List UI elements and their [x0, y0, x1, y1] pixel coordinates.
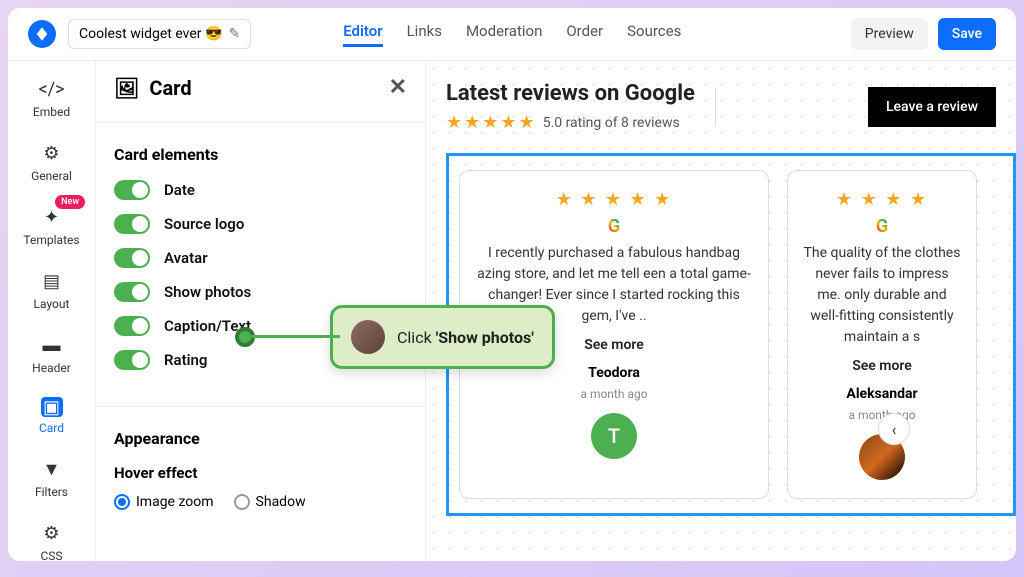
review-stars: ★ ★ ★ ★ ★	[556, 189, 673, 210]
toggle-date[interactable]	[114, 180, 150, 200]
app-logo	[28, 20, 56, 48]
see-more-link[interactable]: See more	[852, 358, 912, 374]
sidebar-item-general[interactable]: ⚙ General	[8, 137, 95, 187]
review-stars: ★ ★ ★ ★	[836, 189, 928, 210]
header-icon: ▬	[40, 333, 64, 357]
callout-bubble: Click 'Show photos'	[330, 305, 555, 369]
leave-review-button[interactable]: Leave a review	[868, 87, 996, 127]
sidebar-item-header[interactable]: ▬ Header	[8, 329, 95, 379]
new-badge: New	[55, 195, 85, 209]
toggle-rating[interactable]	[114, 350, 150, 370]
sidebar-item-layout[interactable]: ▤ Layout	[8, 265, 95, 315]
review-text: The quality of the clothes never fails t…	[802, 243, 962, 348]
gear-icon: ⚙	[40, 521, 64, 545]
edit-icon[interactable]: ✎	[228, 26, 240, 42]
gear-icon: ⚙	[40, 141, 64, 165]
layout-icon: ▤	[40, 269, 64, 293]
sidebar-item-embed[interactable]: </> Embed	[8, 73, 95, 123]
see-more-link[interactable]: See more	[584, 337, 644, 353]
rating-text: 5.0 rating of 8 reviews	[543, 115, 680, 131]
reviewer-avatar: T	[591, 413, 637, 459]
code-icon: </>	[40, 77, 64, 101]
appearance-title: Appearance	[114, 429, 407, 448]
toggle-show-photos[interactable]	[114, 282, 150, 302]
card-icon: ▣	[41, 397, 63, 417]
save-button[interactable]: Save	[938, 18, 996, 50]
toggle-caption-text[interactable]	[114, 316, 150, 336]
card-icon: 🖼	[114, 76, 139, 100]
radio-image-zoom[interactable]: Image zoom	[114, 494, 214, 510]
filter-icon: ▼	[40, 457, 64, 481]
reviewer-name: Teodora	[588, 365, 640, 381]
nav-order[interactable]: Order	[566, 22, 603, 47]
nav-sources[interactable]: Sources	[627, 22, 681, 47]
card-elements-title: Card elements	[114, 145, 407, 164]
review-card: ★ ★ ★ ★ G The quality of the clothes nev…	[787, 170, 977, 499]
hover-effect-label: Hover effect	[114, 464, 407, 482]
main-nav: Editor Links Moderation Order Sources	[343, 22, 681, 47]
nav-links[interactable]: Links	[407, 22, 442, 47]
rating-stars: ★★★★★	[446, 112, 537, 133]
google-icon: G	[608, 216, 620, 237]
prev-arrow-button[interactable]: ‹	[878, 413, 910, 445]
sidebar-item-card[interactable]: ▣ Card	[8, 393, 95, 439]
left-sidebar: </> Embed ⚙ General New ✦ Templates ▤ La…	[8, 61, 96, 561]
radio-shadow[interactable]: Shadow	[234, 494, 306, 510]
widget-title-input[interactable]: Coolest widget ever 😎 ✎	[68, 19, 251, 49]
reviewer-name: Aleksandar	[846, 386, 917, 402]
topbar: Coolest widget ever 😎 ✎ Editor Links Mod…	[8, 8, 1016, 61]
close-icon[interactable]: ✕	[389, 75, 407, 100]
tutorial-callout: Click 'Show photos'	[330, 305, 555, 369]
callout-avatar	[351, 320, 385, 354]
toggle-source-logo[interactable]	[114, 214, 150, 234]
sidebar-item-css[interactable]: ⚙ CSS	[8, 517, 95, 561]
sidebar-item-filters[interactable]: ▼ Filters	[8, 453, 95, 503]
widget-title-text: Coolest widget ever 😎	[79, 26, 222, 42]
toggle-avatar[interactable]	[114, 248, 150, 268]
callout-connector	[250, 335, 340, 338]
preview-title: Latest reviews on Google	[446, 81, 695, 106]
preview-button[interactable]: Preview	[851, 18, 928, 50]
nav-moderation[interactable]: Moderation	[466, 22, 542, 47]
google-icon: G	[876, 216, 888, 237]
panel-title: Card	[149, 76, 191, 100]
nav-editor[interactable]: Editor	[343, 22, 382, 47]
sidebar-item-templates[interactable]: New ✦ Templates	[8, 201, 95, 251]
review-date: a month ago	[580, 387, 647, 401]
